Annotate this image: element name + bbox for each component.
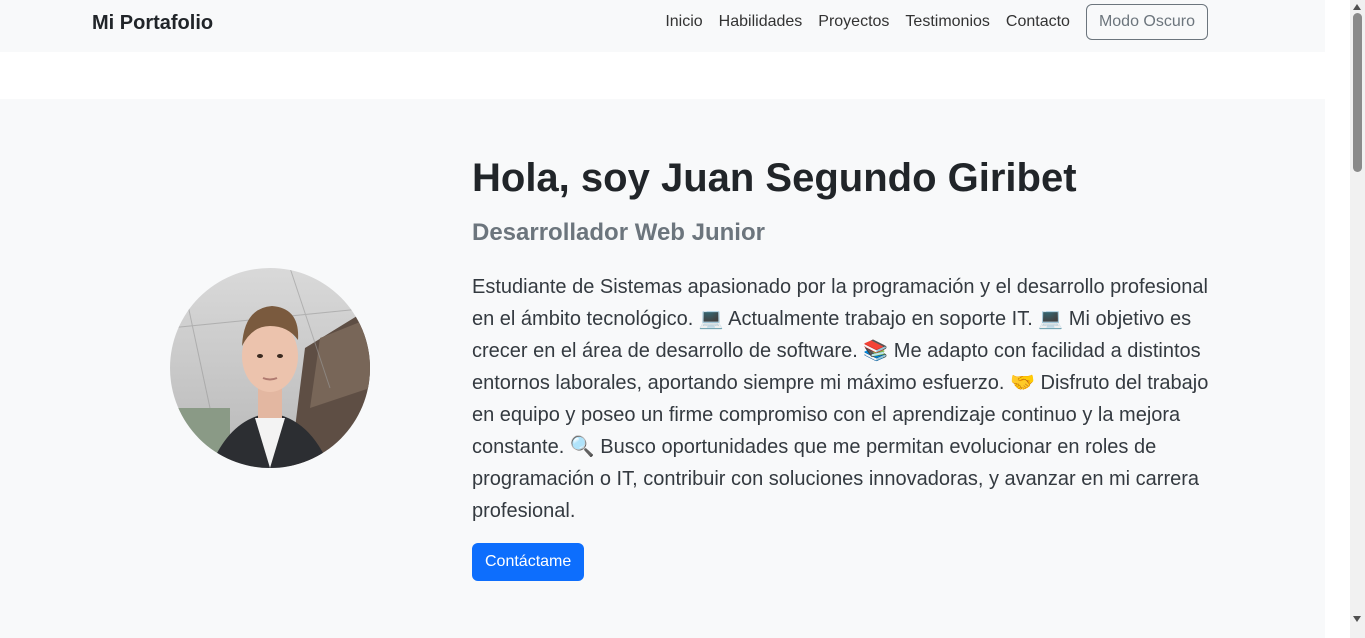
nav-link-habilidades[interactable]: Habilidades bbox=[719, 13, 803, 31]
nav-link-contacto[interactable]: Contacto bbox=[1006, 13, 1070, 31]
hero-section: Hola, soy Juan Segundo Giribet Desarroll… bbox=[0, 99, 1325, 638]
profile-photo bbox=[170, 268, 370, 468]
scroll-thumb[interactable] bbox=[1353, 13, 1362, 172]
brand-logo[interactable]: Mi Portafolio bbox=[92, 12, 213, 35]
hero-subtitle: Desarrollador Web Junior bbox=[472, 219, 765, 246]
nav-links: Inicio Habilidades Proyectos Testimonios… bbox=[665, 3, 1208, 41]
scroll-down-arrow-icon[interactable] bbox=[1353, 616, 1361, 622]
scroll-up-arrow-icon[interactable] bbox=[1353, 4, 1361, 10]
hero-description: Estudiante de Sistemas apasionado por la… bbox=[472, 276, 1209, 522]
nav-link-proyectos[interactable]: Proyectos bbox=[818, 13, 889, 31]
navbar: Mi Portafolio Inicio Habilidades Proyect… bbox=[0, 0, 1325, 52]
nav-link-inicio[interactable]: Inicio bbox=[665, 13, 702, 31]
hero-title: Hola, soy Juan Segundo Giribet bbox=[472, 156, 1077, 200]
contact-button[interactable]: Contáctame bbox=[472, 543, 585, 581]
vertical-scrollbar[interactable] bbox=[1350, 0, 1365, 638]
dark-mode-button[interactable]: Modo Oscuro bbox=[1085, 4, 1208, 40]
nav-link-testimonios[interactable]: Testimonios bbox=[905, 13, 989, 31]
